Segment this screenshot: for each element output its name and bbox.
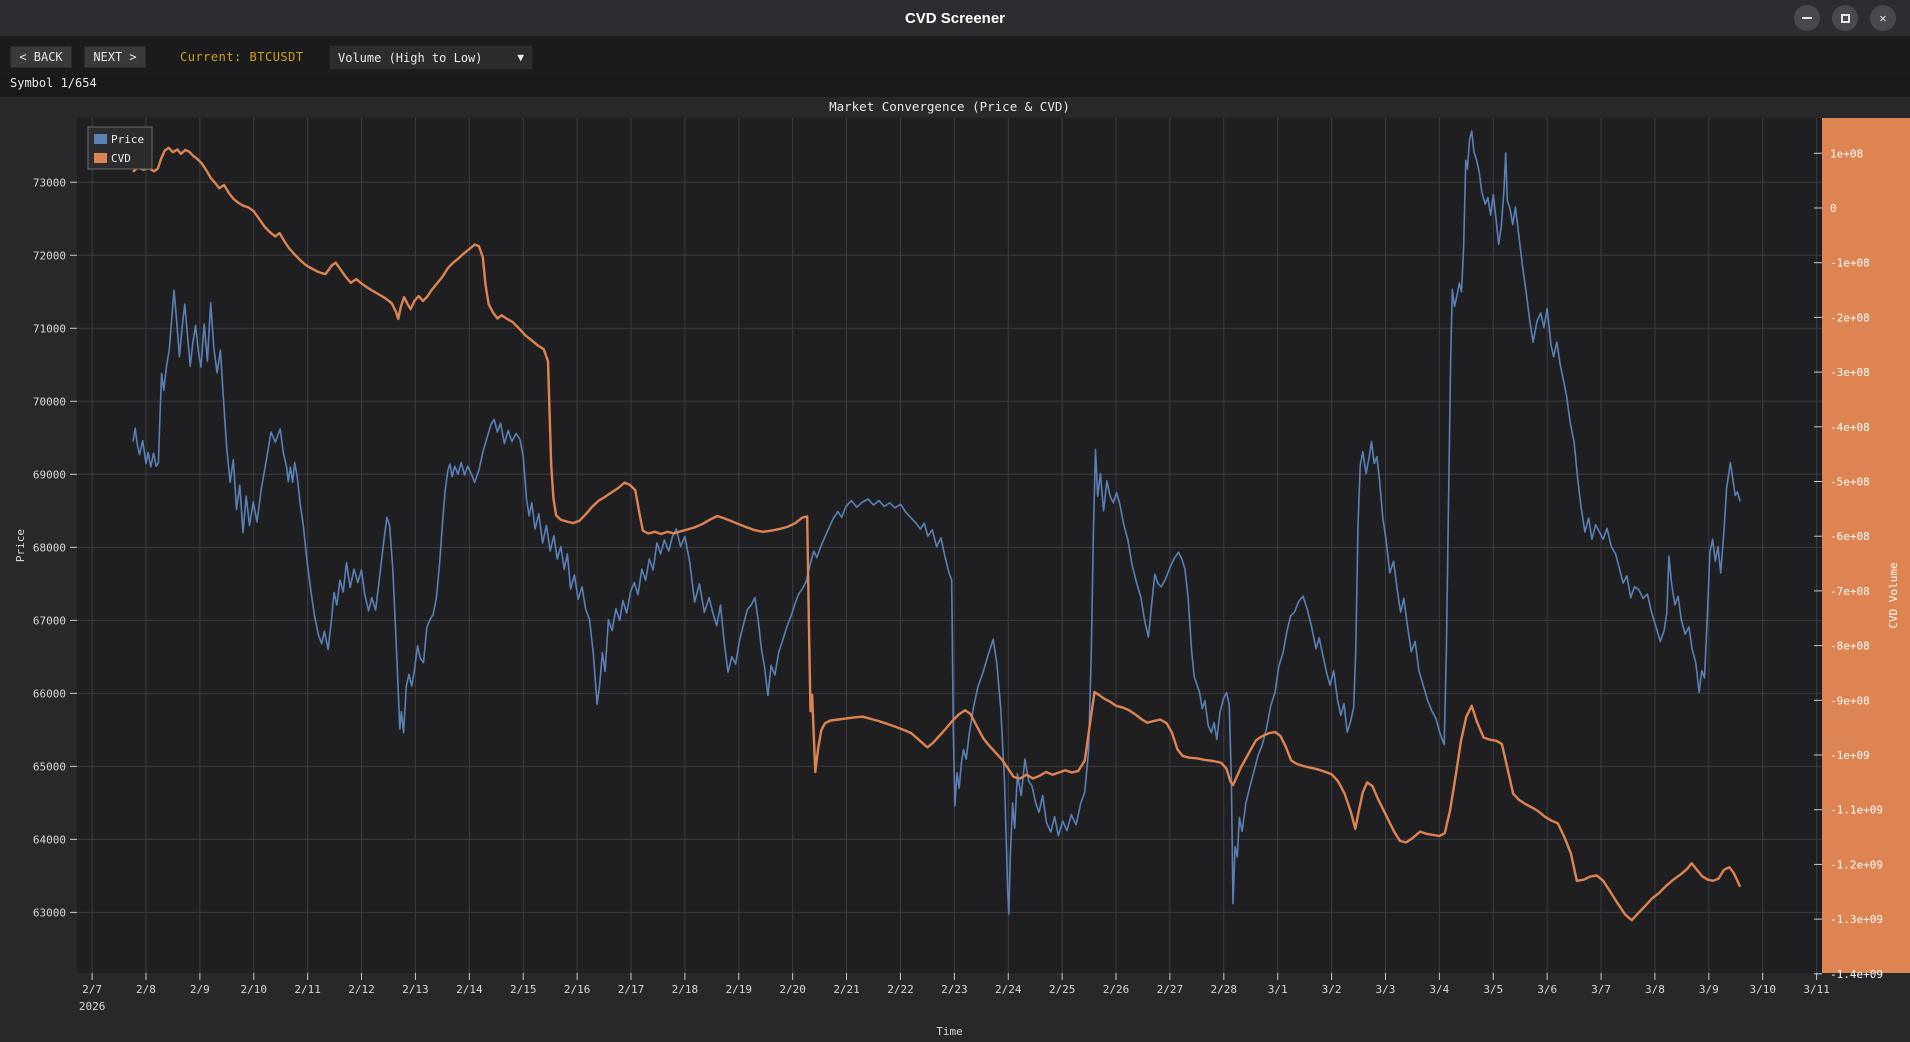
- next-button[interactable]: NEXT >: [84, 46, 146, 68]
- cvd-tick-label: -1.2e+09: [1830, 858, 1883, 871]
- date-tick-label: 2/28: [1211, 983, 1238, 996]
- date-tick-label: 3/8: [1645, 983, 1665, 996]
- cvd-tick-label: -3e+08: [1830, 366, 1870, 379]
- date-tick-label: 3/2: [1322, 983, 1342, 996]
- date-tick-label: 2/12: [348, 983, 375, 996]
- chevron-down-icon: ▼: [517, 51, 524, 64]
- price-tick-label: 63000: [33, 906, 66, 919]
- cvd-tick-label: -6e+08: [1830, 530, 1870, 543]
- window-title: CVD Screener: [905, 10, 1005, 27]
- price-tick-label: 67000: [33, 614, 66, 627]
- price-tick-label: 73000: [33, 176, 66, 189]
- right-axis-label: CVD Volume: [1887, 562, 1900, 628]
- left-axis-label: Price: [14, 529, 27, 562]
- market-convergence-chart: 63000 64000 65000 66000 67000 68000 69000 70000…: [0, 0, 1910, 1042]
- date-tick-label: 2/23: [941, 983, 968, 996]
- date-tick-label: 2/20: [779, 983, 806, 996]
- maximize-icon: [1841, 14, 1850, 23]
- status-row: Symbol 1/654: [10, 76, 97, 90]
- date-tick-label: 3/11: [1803, 983, 1830, 996]
- close-button[interactable]: ✕: [1870, 5, 1896, 31]
- date-tick-label: 2/24: [995, 983, 1022, 996]
- cvd-tick-label: -1.1e+09: [1830, 804, 1883, 817]
- cvd-tick-label: -5e+08: [1830, 475, 1870, 488]
- date-tick-label: 2/26: [1103, 983, 1130, 996]
- date-tick-label: 2/14: [456, 983, 483, 996]
- date-tick-label: 2/27: [1157, 983, 1184, 996]
- year-label: 2026: [79, 1000, 106, 1013]
- date-tick-label: 3/6: [1537, 983, 1557, 996]
- cvd-tick-label: 0: [1830, 202, 1837, 215]
- date-tick-label: 3/9: [1699, 983, 1719, 996]
- date-tick-label: 3/10: [1749, 983, 1776, 996]
- date-tick-label: 2/21: [833, 983, 860, 996]
- sort-dropdown[interactable]: Volume (High to Low) ▼: [329, 45, 533, 70]
- x-axis-label: Time: [936, 1025, 963, 1038]
- price-tick-label: 64000: [33, 833, 66, 846]
- minimize-button[interactable]: [1794, 5, 1820, 31]
- date-tick-label: 2/8: [136, 983, 156, 996]
- date-tick-label: 3/5: [1483, 983, 1503, 996]
- price-tick-label: 71000: [33, 322, 66, 335]
- cvd-axis-band: [1822, 118, 1910, 973]
- cvd-tick-label: -2e+08: [1830, 311, 1870, 324]
- price-tick-label: 66000: [33, 687, 66, 700]
- cvd-tick-label: -9e+08: [1830, 694, 1870, 707]
- legend: Price CVD: [88, 127, 152, 169]
- symbol-counter: Symbol 1/654: [10, 76, 97, 90]
- date-tick-label: 2/17: [618, 983, 645, 996]
- chart-title: Market Convergence (Price & CVD): [829, 99, 1070, 114]
- date-tick-label: 2/11: [294, 983, 321, 996]
- date-tick-label: 3/1: [1268, 983, 1288, 996]
- current-prefix: Current:: [180, 50, 250, 64]
- cvd-tick-label: -1e+09: [1830, 749, 1870, 762]
- legend-swatch-price: [94, 134, 107, 144]
- minimize-icon: [1802, 17, 1812, 19]
- date-tick-label: 2/16: [564, 983, 591, 996]
- date-tick-label: 2/15: [510, 983, 537, 996]
- cvd-tick-label: -8e+08: [1830, 640, 1870, 653]
- window-controls: ✕: [1794, 5, 1896, 31]
- date-tick-label: 2/25: [1049, 983, 1076, 996]
- close-icon: ✕: [1879, 11, 1886, 25]
- plot-area: [77, 118, 1822, 973]
- date-tick-label: 3/3: [1376, 983, 1396, 996]
- legend-label-price: Price: [111, 133, 144, 146]
- current-symbol-label: Current: BTCUSDT: [180, 50, 304, 64]
- price-tick-label: 68000: [33, 541, 66, 554]
- date-tick-label: 2/10: [241, 983, 268, 996]
- cvd-tick-label: 1e+08: [1830, 147, 1863, 160]
- cvd-tick-label: -7e+08: [1830, 585, 1870, 598]
- price-tick-label: 69000: [33, 468, 66, 481]
- price-tick-label: 72000: [33, 249, 66, 262]
- cvd-tick-label: -1e+08: [1830, 257, 1870, 270]
- date-tick-label: 2/13: [402, 983, 429, 996]
- date-tick-label: 2/18: [672, 983, 699, 996]
- cvd-tick-label: -1.4e+09: [1830, 968, 1883, 981]
- cvd-tick-label: -1.3e+09: [1830, 913, 1883, 926]
- cvd-tick-label: -4e+08: [1830, 421, 1870, 434]
- date-tick-label: 2/9: [190, 983, 210, 996]
- date-tick-label: 2/7: [82, 983, 102, 996]
- back-button[interactable]: < BACK: [10, 46, 72, 68]
- sort-dropdown-value: Volume (High to Low): [338, 51, 483, 65]
- window-titlebar: CVD Screener ✕: [0, 0, 1910, 36]
- date-tick-label: 3/4: [1429, 983, 1449, 996]
- date-tick-label: 3/7: [1591, 983, 1611, 996]
- price-tick-label: 70000: [33, 395, 66, 408]
- toolbar: < BACK NEXT > Current: BTCUSDT Volume (H…: [0, 36, 1910, 76]
- date-tick-label: 2/22: [887, 983, 914, 996]
- maximize-button[interactable]: [1832, 5, 1858, 31]
- price-tick-label: 65000: [33, 760, 66, 773]
- date-tick-label: 2/19: [726, 983, 753, 996]
- legend-label-cvd: CVD: [111, 152, 131, 165]
- current-symbol: BTCUSDT: [250, 50, 304, 64]
- legend-swatch-cvd: [94, 153, 107, 163]
